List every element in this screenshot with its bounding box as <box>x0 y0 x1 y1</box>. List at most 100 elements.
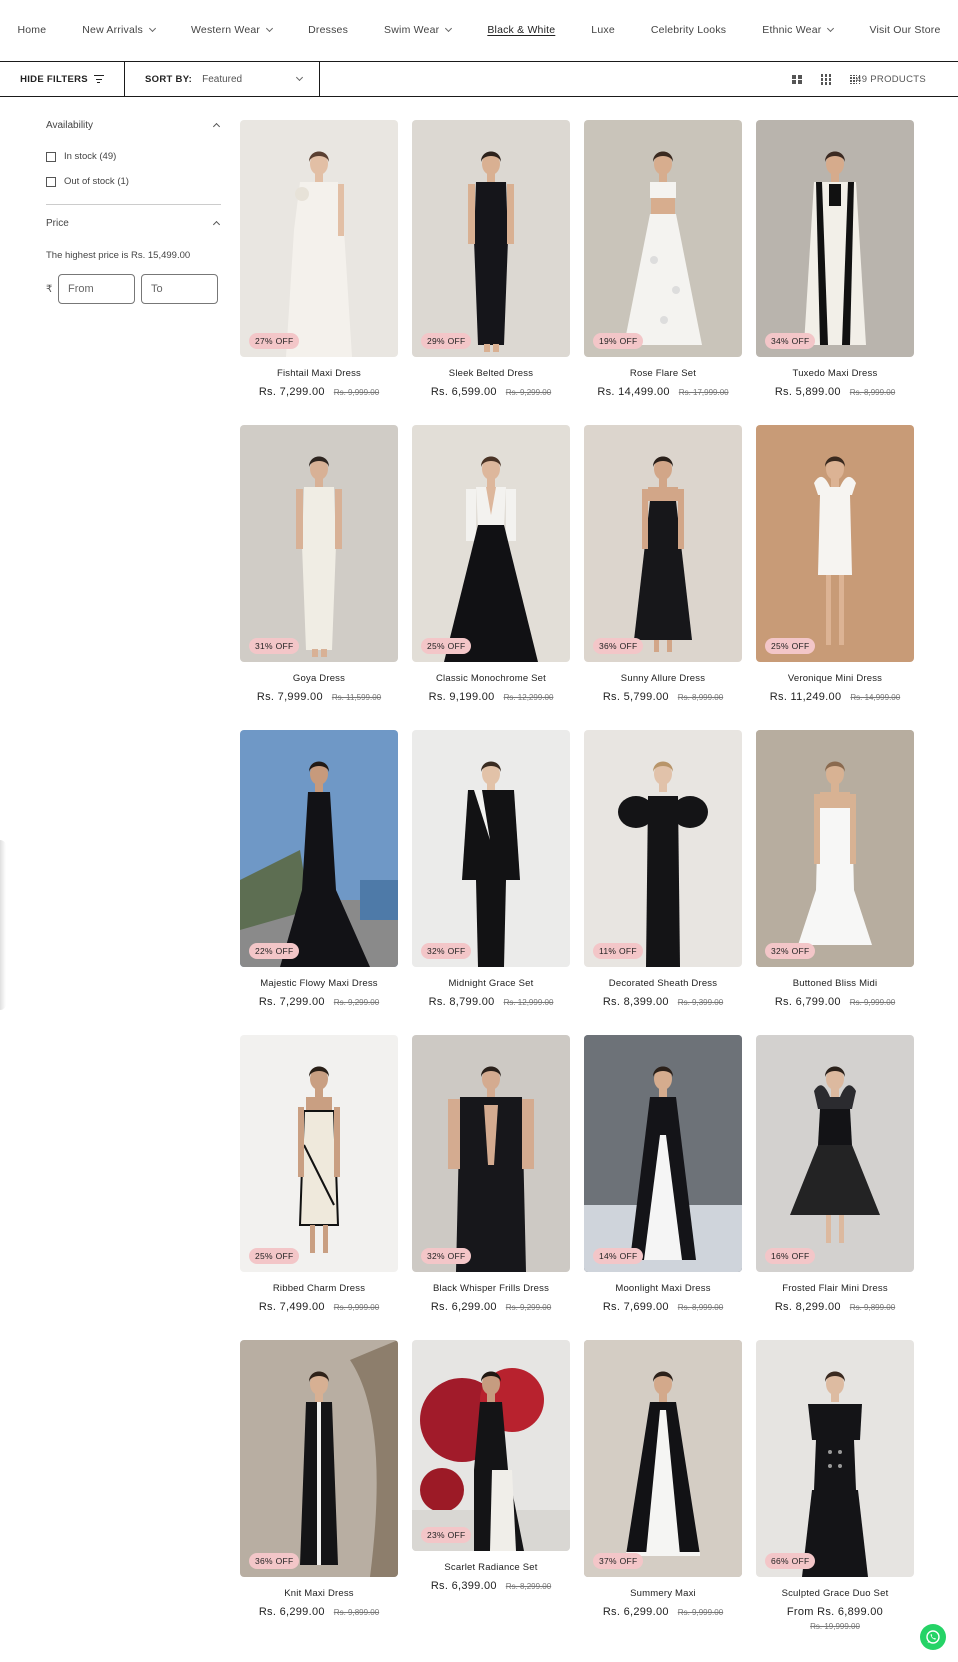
product-image[interactable]: 14% OFF <box>584 1035 742 1272</box>
product-title[interactable]: Knit Maxi Dress <box>240 1588 398 1599</box>
product-image[interactable]: 25% OFF <box>412 425 570 662</box>
product-photo-figure <box>584 1340 742 1577</box>
product-title[interactable]: Buttoned Bliss Midi <box>756 978 914 989</box>
grid-2-view-icon[interactable] <box>792 74 802 85</box>
nav-item-visit-our-store[interactable]: Visit Our Store <box>869 24 940 36</box>
product-image[interactable]: 22% OFF <box>240 730 398 967</box>
product-title[interactable]: Midnight Grace Set <box>412 978 570 989</box>
product-image[interactable]: 19% OFF <box>584 120 742 357</box>
product-card[interactable]: 14% OFF Moonlight Maxi Dress Rs. 7,699.00 R… <box>584 1035 742 1340</box>
nav-item-new-arrivals[interactable]: New Arrivals <box>82 24 157 36</box>
product-title[interactable]: Sculpted Grace Duo Set <box>756 1588 914 1599</box>
discount-badge: 25% OFF <box>421 638 472 654</box>
in-stock-option[interactable]: In stock (49) <box>46 151 221 162</box>
product-card[interactable]: 22% OFF Majestic Flowy Maxi Dress Rs. 7,29… <box>240 730 398 1035</box>
product-card[interactable]: 19% OFF Rose Flare Set Rs. 14,499.00 Rs. 17… <box>584 120 742 425</box>
product-image[interactable]: 27% OFF <box>240 120 398 357</box>
nav-item-celebrity-looks[interactable]: Celebrity Looks <box>651 24 726 36</box>
nav-item-swim-wear[interactable]: Swim Wear <box>384 24 453 36</box>
product-image[interactable]: 31% OFF <box>240 425 398 662</box>
product-photo-figure <box>462 761 520 967</box>
product-title[interactable]: Black Whisper Frills Dress <box>412 1283 570 1294</box>
out-of-stock-checkbox[interactable] <box>46 176 56 187</box>
product-card[interactable]: 23% OFF Scarlet Radiance Set Rs. 6,399.00 R… <box>412 1340 570 1645</box>
product-card[interactable]: 16% OFF Frosted Flair Mini Dress Rs. 8,299… <box>756 1035 914 1340</box>
product-title[interactable]: Decorated Sheath Dress <box>584 978 742 989</box>
price-from-input[interactable] <box>58 274 135 304</box>
product-title[interactable]: Fishtail Maxi Dress <box>240 368 398 379</box>
chevron-down-icon <box>827 24 835 32</box>
product-image[interactable]: 37% OFF <box>584 1340 742 1577</box>
product-image[interactable]: 66% OFF <box>756 1340 914 1577</box>
product-card[interactable]: 27% OFF Fishtail Maxi Dress Rs. 7,299.00 Rs… <box>240 120 398 425</box>
product-grid: 27% OFF Fishtail Maxi Dress Rs. 7,299.00 Rs… <box>240 120 914 1645</box>
product-card[interactable]: 11% OFF Decorated Sheath Dress Rs. 8,399.0… <box>584 730 742 1035</box>
chevron-down-icon <box>296 73 304 82</box>
currency-symbol: ₹ <box>46 283 53 295</box>
product-card[interactable]: 25% OFF Ribbed Charm Dress Rs. 7,499.00 Rs.… <box>240 1035 398 1340</box>
nav-item-black-white[interactable]: Black & White <box>487 24 555 36</box>
product-image[interactable]: 25% OFF <box>240 1035 398 1272</box>
product-card[interactable]: 36% OFF Knit Maxi Dress Rs. 6,299.00 Rs. 9,… <box>240 1340 398 1645</box>
product-title[interactable]: Rose Flare Set <box>584 368 742 379</box>
hide-filters-button[interactable]: HIDE FILTERS <box>0 62 125 96</box>
product-image[interactable]: 11% OFF <box>584 730 742 967</box>
nav-item-luxe[interactable]: Luxe <box>591 24 615 36</box>
out-of-stock-option[interactable]: Out of stock (1) <box>46 176 221 187</box>
product-image[interactable]: 25% OFF <box>756 425 914 662</box>
product-card[interactable]: 25% OFF Veronique Mini Dress Rs. 11,249.00… <box>756 425 914 730</box>
product-card[interactable]: 32% OFF Black Whisper Frills Dress Rs. 6,2… <box>412 1035 570 1340</box>
whatsapp-chat-button[interactable] <box>920 1624 946 1650</box>
product-card[interactable]: 36% OFF Sunny Allure Dress Rs. 5,799.00 Rs.… <box>584 425 742 730</box>
product-card[interactable]: 29% OFF Sleek Belted Dress Rs. 6,599.00 Rs.… <box>412 120 570 425</box>
product-title[interactable]: Frosted Flair Mini Dress <box>756 1283 914 1294</box>
product-title[interactable]: Tuxedo Maxi Dress <box>756 368 914 379</box>
product-title[interactable]: Ribbed Charm Dress <box>240 1283 398 1294</box>
product-image[interactable]: 34% OFF <box>756 120 914 357</box>
price-filter-toggle[interactable]: Price <box>46 218 221 229</box>
nav-item-ethnic-wear[interactable]: Ethnic Wear <box>762 24 835 36</box>
product-title[interactable]: Veronique Mini Dress <box>756 673 914 684</box>
product-image[interactable]: 16% OFF <box>756 1035 914 1272</box>
product-title[interactable]: Sleek Belted Dress <box>412 368 570 379</box>
product-card[interactable]: 37% OFF Summery Maxi Rs. 6,299.00 Rs. 9,999… <box>584 1340 742 1645</box>
product-photo-figure <box>286 151 352 357</box>
sort-select[interactable]: Featured <box>202 73 304 85</box>
product-image[interactable]: 36% OFF <box>584 425 742 662</box>
sale-price: Rs. 6,399.00 <box>430 1580 497 1592</box>
availability-filter-toggle[interactable]: Availability <box>46 120 221 131</box>
product-image[interactable]: 32% OFF <box>412 1035 570 1272</box>
product-photo-figure <box>618 761 708 967</box>
nav-item-dresses[interactable]: Dresses <box>308 24 348 36</box>
product-title[interactable]: Moonlight Maxi Dress <box>584 1283 742 1294</box>
product-card[interactable]: 32% OFF Buttoned Bliss Midi Rs. 6,799.00 Rs… <box>756 730 914 1035</box>
product-card[interactable]: 32% OFF Midnight Grace Set Rs. 8,799.00 Rs.… <box>412 730 570 1035</box>
compare-at-price: Rs. 9,299.00 <box>333 998 380 1007</box>
product-prices: Rs. 7,699.00 Rs. 8,999.00 <box>584 1301 742 1313</box>
product-title[interactable]: Majestic Flowy Maxi Dress <box>240 978 398 989</box>
compare-at-price: Rs. 12,999.00 <box>503 998 554 1007</box>
sale-price: Rs. 11,249.00 <box>769 691 842 703</box>
product-image[interactable]: 36% OFF <box>240 1340 398 1577</box>
product-card[interactable]: 25% OFF Classic Monochrome Set Rs. 9,199.0… <box>412 425 570 730</box>
product-prices: Rs. 6,399.00 Rs. 8,299.00 <box>412 1580 570 1592</box>
product-title[interactable]: Classic Monochrome Set <box>412 673 570 684</box>
product-prices: Rs. 6,299.00 Rs. 9,999.00 <box>584 1606 742 1618</box>
nav-item-western-wear[interactable]: Western Wear <box>191 24 274 36</box>
product-card[interactable]: 66% OFF Sculpted Grace Duo Set From Rs. 6,… <box>756 1340 914 1645</box>
product-title[interactable]: Scarlet Radiance Set <box>412 1562 570 1573</box>
price-to-input[interactable] <box>141 274 218 304</box>
product-card[interactable]: 34% OFF Tuxedo Maxi Dress Rs. 5,899.00 Rs. … <box>756 120 914 425</box>
product-title[interactable]: Summery Maxi <box>584 1588 742 1599</box>
in-stock-checkbox[interactable] <box>46 151 56 162</box>
product-image[interactable]: 29% OFF <box>412 120 570 357</box>
product-image[interactable]: 23% OFF <box>412 1340 570 1551</box>
product-title[interactable]: Goya Dress <box>240 673 398 684</box>
product-title[interactable]: Sunny Allure Dress <box>584 673 742 684</box>
product-image[interactable]: 32% OFF <box>756 730 914 967</box>
nav-item-home[interactable]: Home <box>17 24 46 36</box>
product-image[interactable]: 32% OFF <box>412 730 570 967</box>
main-nav: Home New Arrivals Western Wear Dresses Swim … <box>0 0 958 62</box>
product-card[interactable]: 31% OFF Goya Dress Rs. 7,999.00 Rs. 11,599.… <box>240 425 398 730</box>
grid-3-view-icon[interactable] <box>820 74 832 85</box>
